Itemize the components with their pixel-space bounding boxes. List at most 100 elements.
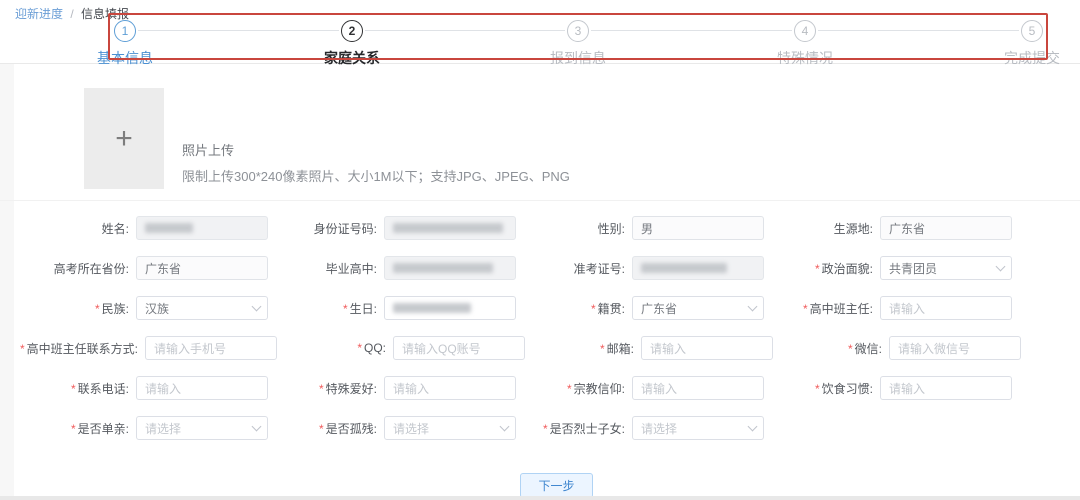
field-label: 身份证号码: [268,220,384,237]
upload-title: 照片上传 [182,140,570,159]
readonly-field[interactable] [384,216,516,240]
field-placeholder: 请输入手机号 [154,340,226,357]
step-5-label: 完成提交 [972,48,1080,68]
required-asterisk: * [319,382,324,396]
field-placeholder: 请选择 [393,420,429,437]
step-5-pending[interactable]: 5完成提交 [972,20,1080,68]
field-placeholder: 请输入 [889,380,925,397]
readonly-field[interactable] [136,216,268,240]
input-field[interactable]: 请输入 [880,296,1012,320]
required-asterisk: * [848,342,853,356]
chevron-down-icon [748,422,758,432]
input-field[interactable]: 请输入 [641,336,773,360]
field-label: 高考所在省份: [20,260,136,277]
field-placeholder: 请选择 [145,420,181,437]
form-cell-是否烈士子女: *是否烈士子女: 请选择 [516,408,764,448]
form-cell-性别: 性别:男 [516,208,764,248]
redacted-value [393,223,503,233]
readonly-field[interactable] [384,296,516,320]
form-cell-生源地: 生源地: 广东省 [764,208,1012,248]
field-placeholder: 请输入 [145,380,181,397]
form-cell-邮箱: *邮箱:请输入 [525,328,773,368]
step-3-label: 报到信息 [518,48,638,68]
select-field[interactable]: 共青团员 [880,256,1012,280]
select-field[interactable]: 请选择 [632,416,764,440]
field-placeholder: 请输入 [650,340,686,357]
select-field[interactable]: 请选择 [384,416,516,440]
input-field[interactable]: 男 [632,216,764,240]
input-field[interactable]: 请输入 [384,376,516,400]
field-label: 毕业高中: [268,260,384,277]
form-cell-饮食习惯: *饮食习惯:请输入 [764,368,1012,408]
form-cell-高中班主任联系方式: *高中班主任联系方式: 请输入手机号 [20,328,277,368]
input-field[interactable]: 广东省 [136,256,268,280]
required-asterisk: * [71,422,76,436]
form-cell-是否单亲: *是否单亲:请选择 [20,408,268,448]
step-connector [138,30,339,31]
input-field[interactable]: 请输入 [632,376,764,400]
field-label: *籍贯: [516,300,632,317]
form-cell-籍贯: *籍贯: 广东省 [516,288,764,328]
left-gutter [0,64,14,496]
step-2-label: 家庭关系 [292,48,412,68]
field-value: 广东省 [145,260,181,277]
step-1-label: 基本信息 [65,48,185,68]
select-field[interactable]: 广东省 [632,296,764,320]
step-4-circle-icon: 4 [794,20,816,42]
form-cell-政治面貌: *政治面貌:共青团员 [764,248,1012,288]
step-1-done[interactable]: 1 基本信息 [65,20,185,68]
redacted-value [145,223,193,233]
input-field[interactable]: 请输入微信号 [889,336,1021,360]
step-2-current[interactable]: 2家庭关系 [292,20,412,68]
input-field[interactable]: 广东省 [880,216,1012,240]
field-label: *高中班主任联系方式: [20,340,145,357]
form-cell-QQ: *QQ:请输入QQ账号 [277,328,525,368]
field-label: *是否烈士子女: [516,420,632,437]
required-asterisk: * [20,342,25,356]
field-placeholder: 请选择 [641,420,677,437]
step-3-pending[interactable]: 3 报到信息 [518,20,638,68]
select-field[interactable]: 汉族 [136,296,268,320]
chevron-down-icon [500,422,510,432]
step-4-pending[interactable]: 4特殊情况 [745,20,865,68]
field-label: 生源地: [764,220,880,237]
field-label: *是否孤残: [268,420,384,437]
field-label: *民族: [20,300,136,317]
field-label: *高中班主任: [764,300,880,317]
step-1-circle-icon: 1 [114,20,136,42]
chevron-down-icon [996,262,1006,272]
readonly-field[interactable] [384,256,516,280]
field-placeholder: 请输入 [641,380,677,397]
step-connector [365,30,565,31]
required-asterisk: * [600,342,605,356]
required-asterisk: * [343,302,348,316]
input-field[interactable]: 请输入 [880,376,1012,400]
field-value: 广东省 [641,300,677,317]
step-3-circle-icon: 3 [567,20,589,42]
required-asterisk: * [319,422,324,436]
required-asterisk: * [815,262,820,276]
form-cell-高中班主任: *高中班主任: 请输入 [764,288,1012,328]
field-label: 准考证号: [516,260,632,277]
next-step-button[interactable]: 下一步 [520,473,593,498]
field-value: 男 [641,220,653,237]
page: 迎新进度 / 信息填报 1基本信息2家庭关系3报到信息4特殊情况5完成提交 + … [0,0,1080,500]
form-row-2: 高考所在省份: 广东省 毕业高中: 准考证号: *政治面貌:共青团员 [20,248,1020,288]
chevron-down-icon [748,302,758,312]
input-field[interactable]: 请输入手机号 [145,336,277,360]
form-cell-民族: *民族:汉族 [20,288,268,328]
select-field[interactable]: 请选择 [136,416,268,440]
field-label: *宗教信仰: [516,380,632,397]
field-value: 广东省 [889,220,925,237]
input-field[interactable]: 请输入QQ账号 [393,336,525,360]
field-label: *QQ: [277,341,393,355]
readonly-field[interactable] [632,256,764,280]
steps-wizard: 1基本信息2家庭关系3报到信息4特殊情况5完成提交 [0,0,1080,62]
section-divider [0,200,1080,201]
step-connector [818,30,1019,31]
required-asterisk: * [815,382,820,396]
form-cell-准考证号: 准考证号: [516,248,764,288]
photo-upload-dropzone[interactable]: + [84,88,164,189]
field-placeholder: 请输入 [889,300,925,317]
input-field[interactable]: 请输入 [136,376,268,400]
